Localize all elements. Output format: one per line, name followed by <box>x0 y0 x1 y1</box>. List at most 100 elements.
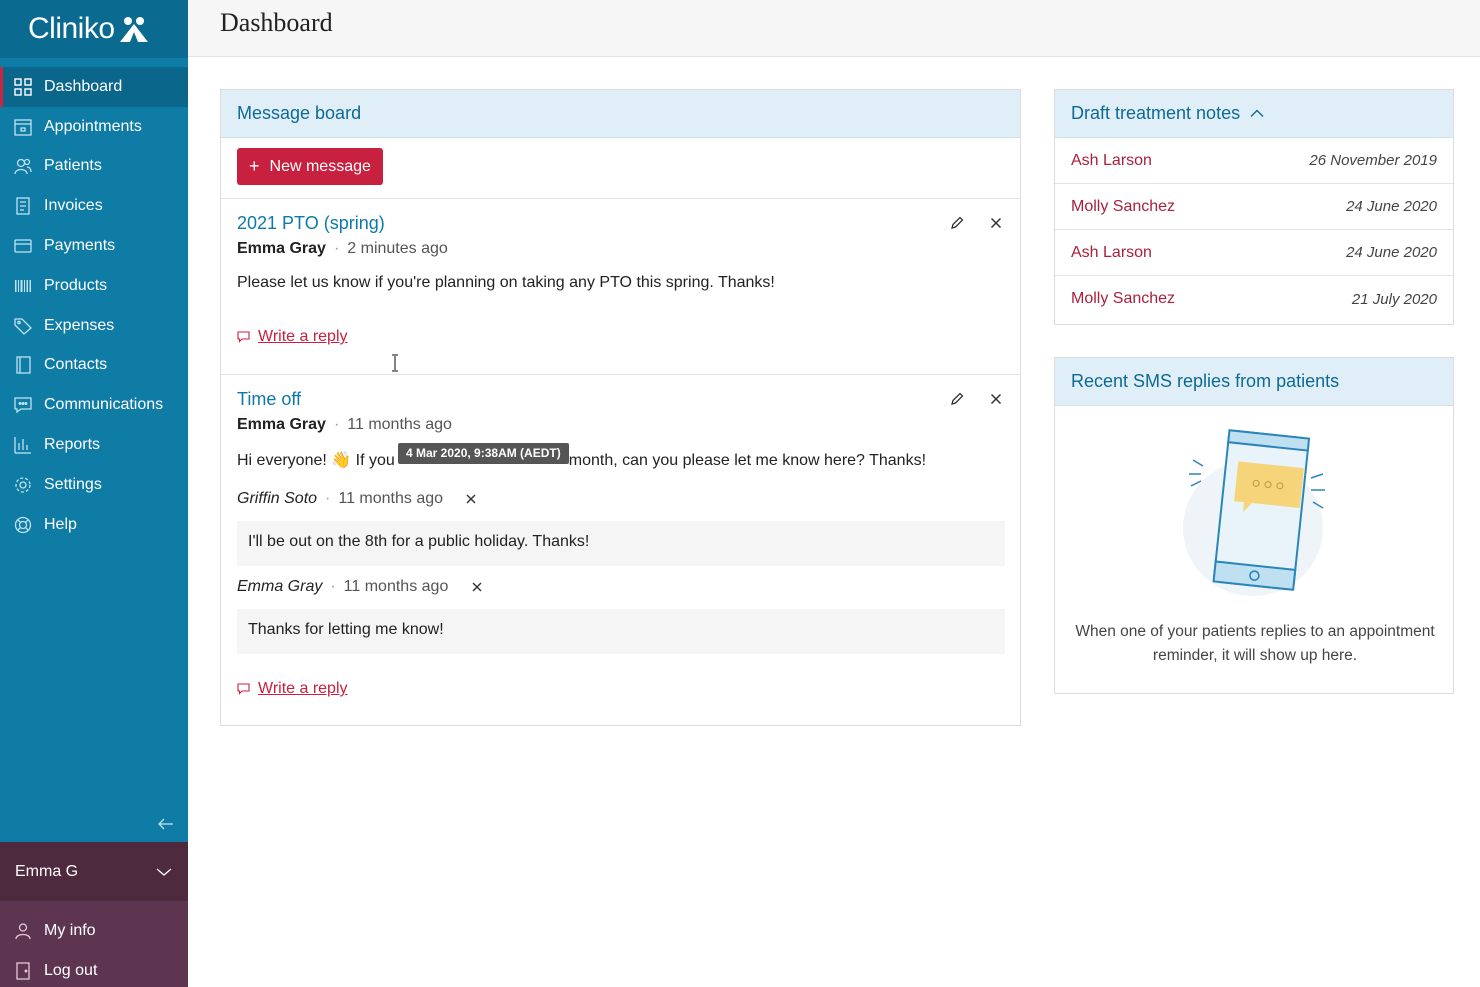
message-post: Time off Emma Gray · 11 months ago Hi ever… <box>221 375 1020 727</box>
post-time[interactable]: 11 months ago <box>347 416 452 433</box>
sidebar: Cliniko Dashboard Appointments Patients … <box>0 0 188 987</box>
post-meta: Emma Gray · 11 months ago <box>237 416 452 434</box>
logo[interactable]: Cliniko <box>0 0 188 58</box>
draft-date: 26 November 2019 <box>1309 152 1437 169</box>
post-title[interactable]: Time off <box>237 389 301 410</box>
sms-replies-title: Recent SMS replies from patients <box>1055 358 1453 406</box>
sidebar-item-label: Reports <box>44 436 101 454</box>
draft-note-row[interactable]: Ash Larson 24 June 2020 <box>1055 230 1453 276</box>
lifebuoy-icon <box>14 516 32 533</box>
sidebar-item-patients[interactable]: Patients <box>0 147 188 187</box>
post-meta: Emma Gray · 2 minutes ago <box>237 240 448 258</box>
user-name: Emma G <box>15 862 79 880</box>
invoice-icon <box>16 197 30 215</box>
write-reply-label: Write a reply <box>258 680 348 697</box>
post-body-end: month, can you please let me know here? … <box>568 452 927 469</box>
dashboard-icon <box>14 78 32 96</box>
reply-bubble-icon <box>237 683 250 695</box>
draft-notes-header[interactable]: Draft treatment notes <box>1055 90 1453 138</box>
sidebar-item-label: Payments <box>44 237 116 255</box>
sidebar-item-label: Contacts <box>44 356 108 374</box>
post-author: Emma Gray <box>237 240 326 257</box>
write-reply-label: Write a reply <box>258 328 348 345</box>
draft-patient-name[interactable]: Ash Larson <box>1071 152 1152 170</box>
collapse-sidebar-icon[interactable] <box>156 814 176 834</box>
draft-patient-name[interactable]: Ash Larson <box>1071 244 1152 262</box>
sidebar-item-label: Products <box>44 276 108 294</box>
sidebar-item-label: Communications <box>44 396 164 414</box>
meta-separator: · <box>333 240 340 257</box>
calendar-icon <box>14 119 32 136</box>
post-body: Please let us know if you're planning on… <box>237 274 775 291</box>
sidebar-item-invoices[interactable]: Invoices <box>0 186 188 226</box>
sidebar-item-label: Invoices <box>44 197 103 215</box>
address-book-icon <box>16 356 31 375</box>
sidebar-item-label: Help <box>44 515 77 533</box>
post-title[interactable]: 2021 PTO (spring) <box>237 213 385 234</box>
comment-meta: Griffin Soto · 11 months ago <box>237 490 477 508</box>
new-message-label: New message <box>269 157 371 175</box>
comment-author: Griffin Soto <box>237 490 318 507</box>
sidebar-item-label: Log out <box>44 962 98 979</box>
delete-x-icon[interactable] <box>988 391 1004 407</box>
draft-note-row[interactable]: Molly Sanchez 21 July 2020 <box>1055 276 1453 322</box>
sidebar-item-settings[interactable]: Settings <box>0 465 188 505</box>
user-menu[interactable]: Emma G <box>0 842 188 901</box>
logo-mark-icon <box>119 17 148 42</box>
sidebar-item-contacts[interactable]: Contacts <box>0 346 188 386</box>
post-time[interactable]: 2 minutes ago <box>347 240 448 257</box>
message-board-title: Message board <box>221 90 1020 138</box>
comment-author: Emma Gray <box>237 578 323 595</box>
draft-note-row[interactable]: Ash Larson 26 November 2019 <box>1055 138 1453 184</box>
comment-body: Thanks for letting me know! <box>237 609 1005 654</box>
draft-date: 24 June 2020 <box>1346 198 1437 215</box>
delete-comment-x-icon[interactable] <box>465 493 477 505</box>
delete-comment-x-icon[interactable] <box>471 581 483 593</box>
sidebar-item-appointments[interactable]: Appointments <box>0 107 188 147</box>
tag-icon <box>14 318 32 335</box>
post-body: Hi everyone! 👋 If you month, can you plea… <box>237 450 926 470</box>
draft-patient-name[interactable]: Molly Sanchez <box>1071 198 1175 216</box>
post-author: Emma Gray <box>237 416 326 433</box>
draft-date: 24 June 2020 <box>1346 244 1437 261</box>
write-reply-link[interactable]: Write a reply <box>237 680 348 698</box>
page-header: Dashboard <box>188 0 1480 57</box>
delete-x-icon[interactable] <box>988 215 1004 231</box>
draft-notes-title: Draft treatment notes <box>1071 103 1241 123</box>
door-icon <box>16 962 30 980</box>
comment-meta: Emma Gray · 11 months ago <box>237 578 483 596</box>
comment-body: I'll be out on the 8th for a public holi… <box>237 521 1005 566</box>
comment-time[interactable]: 11 months ago <box>344 578 449 595</box>
sidebar-item-dashboard[interactable]: Dashboard <box>0 67 188 107</box>
sidebar-item-my-info[interactable]: My info <box>0 911 188 951</box>
reply-bubble-icon <box>237 331 250 343</box>
sidebar-item-help[interactable]: Help <box>0 505 188 545</box>
meta-separator: · <box>325 490 331 507</box>
logo-text: Cliniko <box>28 12 115 45</box>
user-icon <box>15 923 31 940</box>
draft-patient-name[interactable]: Molly Sanchez <box>1071 290 1175 308</box>
sidebar-item-communications[interactable]: Communications <box>0 385 188 425</box>
text-cursor-icon <box>392 354 398 372</box>
chevron-down-icon <box>156 868 172 876</box>
meta-separator: · <box>330 578 336 595</box>
write-reply-link[interactable]: Write a reply <box>237 328 348 346</box>
message-post: 2021 PTO (spring) Emma Gray · 2 minutes ag… <box>221 199 1020 375</box>
sidebar-item-label: Dashboard <box>44 77 123 95</box>
patients-icon <box>14 159 32 175</box>
sidebar-item-products[interactable]: Products <box>0 266 188 306</box>
draft-date: 21 July 2020 <box>1351 290 1437 308</box>
sidebar-item-reports[interactable]: Reports <box>0 425 188 465</box>
draft-note-row[interactable]: Molly Sanchez 24 June 2020 <box>1055 184 1453 230</box>
sidebar-item-expenses[interactable]: Expenses <box>0 306 188 346</box>
sidebar-item-log-out[interactable]: Log out <box>0 951 188 987</box>
edit-pencil-icon[interactable] <box>949 391 965 407</box>
sidebar-item-payments[interactable]: Payments <box>0 226 188 266</box>
payment-card-icon <box>14 239 32 253</box>
comment-time[interactable]: 11 months ago <box>338 490 443 507</box>
user-links: My info Log out <box>0 901 188 987</box>
bar-chart-icon <box>14 437 31 454</box>
new-message-button[interactable]: + New message <box>237 148 383 185</box>
sidebar-nav: Dashboard Appointments Patients Invoices… <box>0 67 188 545</box>
edit-pencil-icon[interactable] <box>949 215 965 231</box>
